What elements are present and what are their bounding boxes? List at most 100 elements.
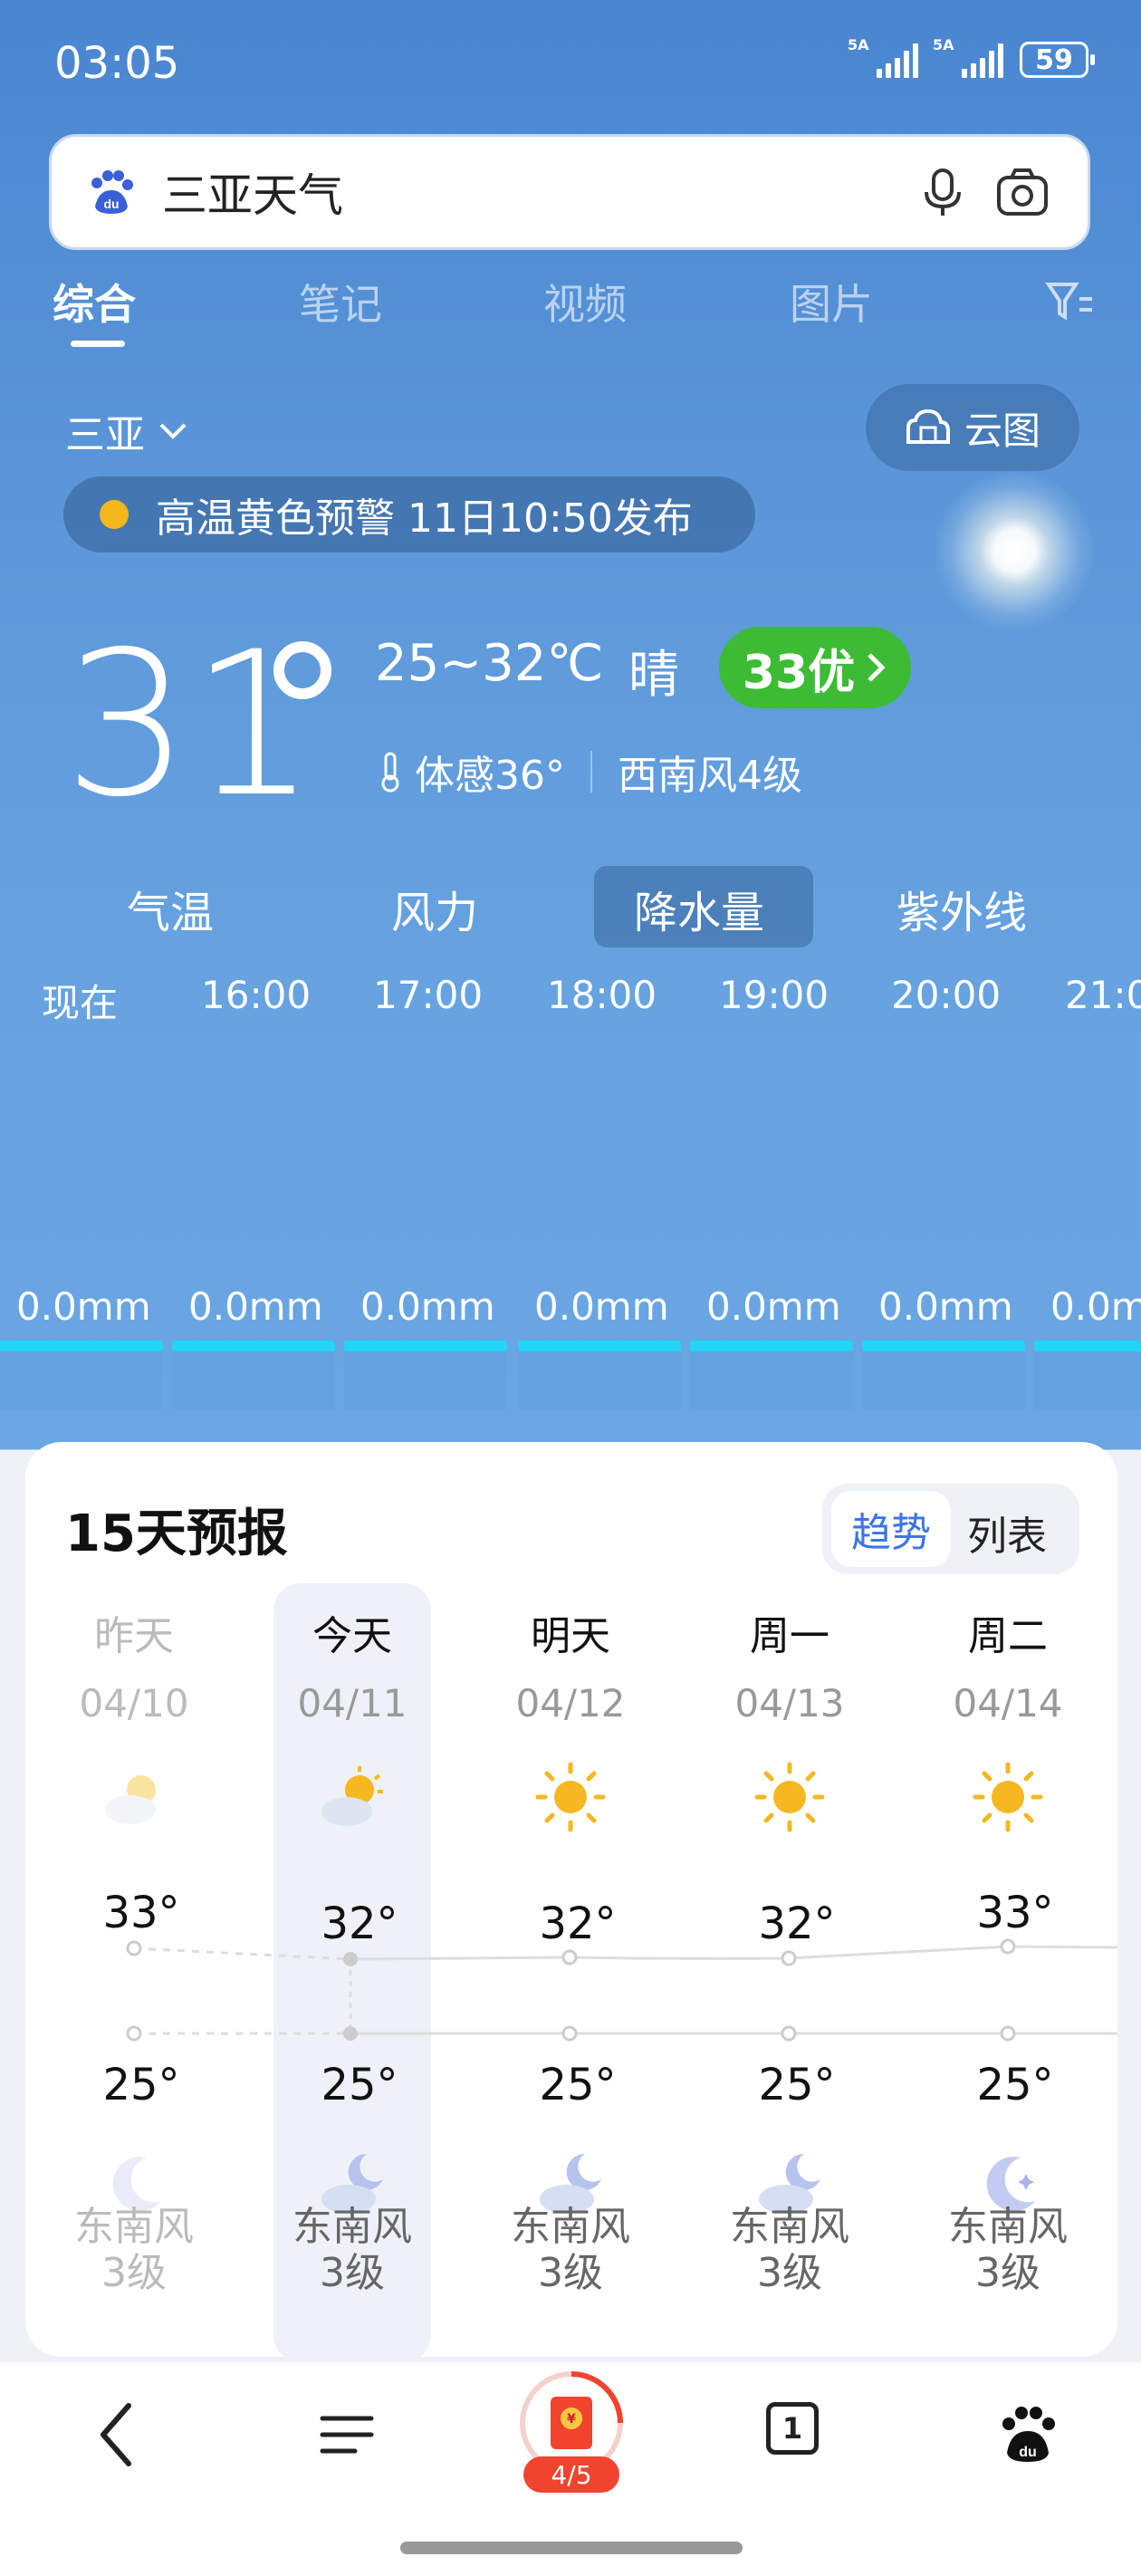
trend-button[interactable]: 趋势 (831, 1491, 951, 1567)
microphone-icon[interactable] (917, 167, 968, 217)
high-temp: 33° (102, 1888, 180, 1938)
wind-forecast: 东南风 3级 (43, 2204, 225, 2296)
forecast-day[interactable]: 明天 04/12 (480, 1603, 661, 1725)
rain-bar (690, 1341, 853, 1351)
low-temp: 25° (321, 2060, 398, 2110)
forecast-day[interactable]: 昨天 04/10 (43, 1603, 225, 1725)
hour-label: 现在 (42, 981, 119, 1025)
sun-icon (973, 1762, 1043, 1832)
tab-images[interactable]: 图片 (790, 272, 873, 332)
rain-column (0, 1351, 163, 1409)
tab-all[interactable]: 综合 (53, 272, 136, 332)
signal-icon: 5A (933, 36, 1003, 78)
baidu-home-icon[interactable]: du (996, 2393, 1060, 2475)
tab-videos[interactable]: 视频 (543, 272, 627, 332)
high-temp: 32° (758, 1898, 836, 1949)
wind-level: 3级 (320, 2249, 385, 2296)
wind-forecast: 东南风 3级 (917, 2204, 1098, 2296)
red-packet-reward-button[interactable]: ¥ 4/5 (518, 2369, 625, 2493)
cloud-map-label: 云图 (964, 408, 1040, 453)
svg-text:¥: ¥ (567, 2412, 576, 2427)
wind-direction: 东南风 (74, 2204, 194, 2250)
chevron-right-icon (868, 653, 886, 682)
high-temp: 32° (321, 1898, 398, 1949)
metric-tab-uv[interactable]: 紫外线 (896, 877, 1027, 940)
wind-info: 西南风4级 (618, 753, 802, 799)
partly-cloudy-icon (105, 1775, 156, 1824)
rain-column (344, 1351, 507, 1409)
aqi-button[interactable]: 33优 (719, 627, 911, 708)
search-input[interactable]: 三亚天气 (162, 159, 917, 225)
low-temp: 25° (102, 2060, 180, 2110)
back-icon[interactable] (89, 2393, 143, 2475)
camera-icon[interactable] (995, 165, 1050, 219)
battery-level: 59 (1035, 43, 1073, 76)
metric-tab-precipitation[interactable]: 降水量 (634, 877, 764, 940)
hour-label: 20:00 (891, 973, 1002, 1017)
aqi-value: 33优 (742, 645, 856, 700)
rain-column (518, 1351, 681, 1409)
day-name: 周一 (750, 1613, 829, 1659)
rain-value: 0.0mm (188, 1284, 323, 1329)
rain-column (1034, 1351, 1141, 1409)
hour-label: 19:00 (719, 973, 829, 1017)
cloud-map-icon (906, 409, 950, 444)
day-name: 周二 (968, 1613, 1048, 1659)
rain-bar (0, 1341, 163, 1351)
cloud-map-button[interactable]: 云图 (866, 384, 1079, 471)
wind-forecast: 东南风 3级 (699, 2204, 880, 2296)
low-temp: 25° (758, 2060, 836, 2110)
chevron-down-icon (159, 423, 187, 439)
forecast-day[interactable]: 今天 04/11 (262, 1603, 443, 1725)
warning-text: 高温黄色预警 11日10:50发布 (156, 495, 693, 542)
metric-tab-wind[interactable]: 风力 (391, 877, 478, 940)
wind-direction: 东南风 (292, 2204, 412, 2250)
rain-value: 0.0mm (1050, 1284, 1141, 1329)
hour-label: 18:00 (547, 973, 657, 1017)
status-icons: 5A 5A 59 (848, 36, 1095, 78)
day-name: 昨天 (94, 1613, 174, 1659)
wind-level: 3级 (538, 2249, 603, 2296)
rain-value: 0.0mm (16, 1284, 151, 1329)
heat-warning-banner[interactable]: 高温黄色预警 11日10:50发布 (63, 476, 755, 553)
day-date: 04/12 (515, 1681, 626, 1725)
signal-label: 5A (848, 36, 869, 53)
rain-bar (344, 1341, 507, 1351)
wind-direction: 东南风 (948, 2204, 1068, 2250)
baidu-logo-icon: du (91, 170, 133, 214)
status-time: 03:05 (54, 38, 180, 89)
tab-notes[interactable]: 笔记 (299, 272, 382, 332)
wind-level: 3级 (975, 2249, 1040, 2296)
list-button[interactable]: 列表 (967, 1504, 1047, 1562)
location-selector[interactable]: 三亚 (65, 402, 188, 460)
day-date: 04/11 (297, 1681, 408, 1725)
menu-icon[interactable] (317, 2393, 377, 2475)
wind-level: 3级 (101, 2249, 167, 2296)
day-date: 04/14 (953, 1681, 1063, 1725)
rain-bar (1034, 1341, 1141, 1351)
rain-bar (862, 1341, 1025, 1351)
high-temp: 33° (976, 1888, 1054, 1938)
search-bar[interactable]: du 三亚天气 (49, 134, 1090, 250)
tabs-count-button[interactable]: 1 (766, 2402, 819, 2455)
thermometer-icon (381, 752, 399, 793)
metric-tab-temperature[interactable]: 气温 (127, 877, 214, 940)
day-name: 今天 (312, 1613, 392, 1659)
forecast-day[interactable]: 周一 04/13 (699, 1603, 880, 1725)
rain-value: 0.0mm (534, 1284, 669, 1329)
rain-value: 0.0mm (878, 1284, 1013, 1329)
reward-count: 4/5 (523, 2456, 619, 2493)
rain-value: 0.0mm (360, 1284, 495, 1329)
rain-column (862, 1351, 1025, 1409)
sun-icon (754, 1762, 825, 1832)
wind-level: 3级 (757, 2249, 822, 2296)
day-date: 04/10 (79, 1681, 189, 1725)
forecast-day[interactable]: 周二 04/14 (917, 1603, 1098, 1725)
divider (590, 751, 592, 793)
home-indicator[interactable] (400, 2542, 743, 2554)
temperature-range: 25~32℃ (375, 634, 604, 693)
wind-direction: 东南风 (511, 2204, 630, 2250)
wind-direction: 东南风 (730, 2204, 849, 2250)
low-temp: 25° (976, 2060, 1054, 2110)
filter-icon[interactable] (1045, 279, 1094, 322)
